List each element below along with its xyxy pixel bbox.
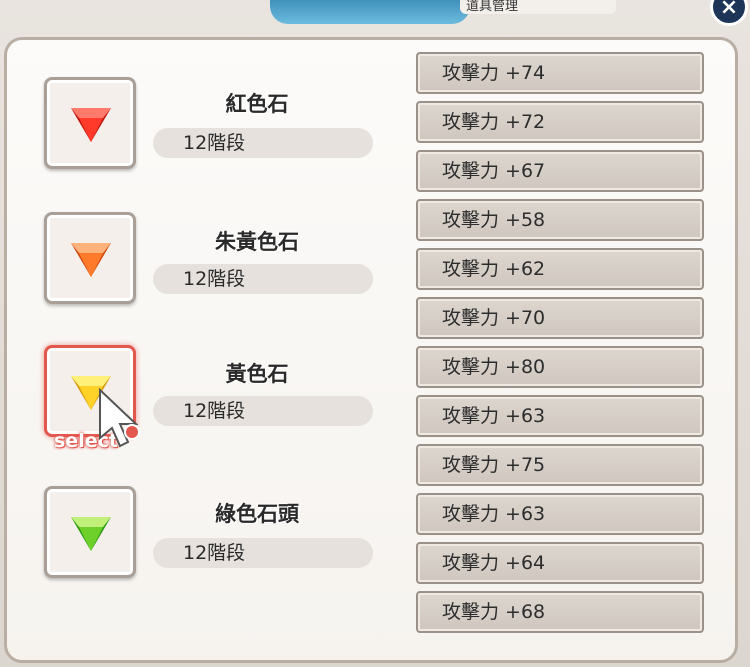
- close-button[interactable]: ×: [710, 0, 748, 26]
- stone-level-red: 12階段: [153, 128, 373, 158]
- stat-row: 攻擊力 +63: [416, 395, 704, 437]
- stat-row: 攻擊力 +80: [416, 346, 704, 388]
- stone-name-yellow: 黃色石: [225, 362, 289, 386]
- stat-row: 攻擊力 +63: [416, 493, 704, 535]
- stat-row: 攻擊力 +74: [416, 52, 704, 94]
- stat-row: 攻擊力 +62: [416, 248, 704, 290]
- stat-row: 攻擊力 +72: [416, 101, 704, 143]
- stat-row: 攻擊力 +67: [416, 150, 704, 192]
- orange-gem-icon: [71, 243, 111, 277]
- store-title-banner: [270, 0, 470, 24]
- red-gem-icon: [71, 108, 111, 142]
- stat-row: 攻擊力 +64: [416, 542, 704, 584]
- stone-level-yellow: 12階段: [153, 396, 373, 426]
- stat-row: 攻擊力 +75: [416, 444, 704, 486]
- stone-name-red: 紅色石: [225, 92, 289, 116]
- green-gem-icon: [71, 517, 111, 551]
- pointer-cursor-icon: [99, 388, 140, 448]
- stone-slot-green[interactable]: [44, 486, 136, 578]
- stone-name-orange: 朱黃色石: [215, 230, 299, 254]
- stone-slot-orange[interactable]: [44, 212, 136, 304]
- stat-row: 攻擊力 +58: [416, 199, 704, 241]
- stone-level-orange: 12階段: [153, 264, 373, 294]
- stone-slot-red[interactable]: [44, 77, 136, 169]
- stat-row: 攻擊力 +68: [416, 591, 704, 633]
- stone-level-green: 12階段: [153, 538, 373, 568]
- stat-row: 攻擊力 +70: [416, 297, 704, 339]
- stone-name-green: 綠色石頭: [215, 502, 299, 526]
- header-tab[interactable]: 道具管理: [460, 0, 616, 14]
